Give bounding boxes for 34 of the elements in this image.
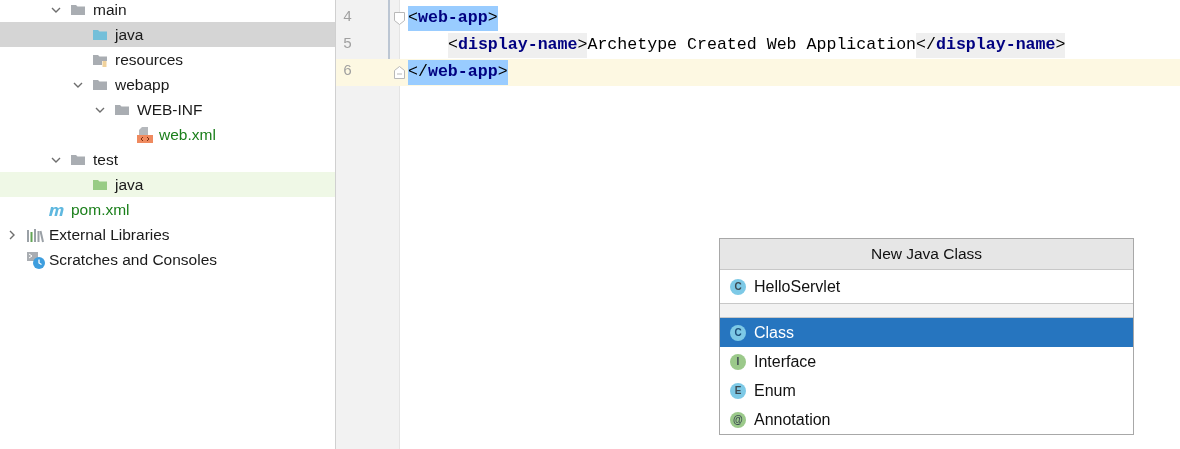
line-number: 5 bbox=[342, 35, 353, 56]
xml-tag: <web-app> bbox=[408, 6, 498, 31]
class-kind-icon: E bbox=[730, 382, 746, 399]
class-kind-icon: @ bbox=[730, 411, 746, 428]
class-kind-option[interactable]: @ Annotation bbox=[720, 405, 1133, 434]
class-kind-option[interactable]: E Enum bbox=[720, 376, 1133, 405]
fold-marker-icon[interactable] bbox=[394, 12, 405, 25]
class-kind-option[interactable]: I Interface bbox=[720, 347, 1133, 376]
tree-item[interactable]: main bbox=[0, 0, 335, 22]
xml-tag: <display-name> bbox=[448, 33, 588, 58]
class-kind-option[interactable]: C Class bbox=[720, 318, 1133, 347]
class-kind-icon: I bbox=[730, 353, 746, 370]
tree-item[interactable]: java bbox=[0, 172, 335, 197]
tree-item[interactable]: webapp bbox=[0, 72, 335, 97]
class-kind-icon: C bbox=[730, 278, 746, 295]
tree-item[interactable]: java bbox=[0, 22, 335, 47]
scratches-icon bbox=[26, 250, 46, 269]
tree-item[interactable]: resources bbox=[0, 47, 335, 72]
element-text: Archetype Created Web Application bbox=[587, 34, 917, 57]
tree-item[interactable]: web.xml bbox=[0, 122, 335, 147]
tree-item[interactable]: test bbox=[0, 147, 335, 172]
libraries-icon bbox=[26, 226, 44, 243]
fold-marker-icon[interactable] bbox=[394, 66, 405, 79]
tree-item[interactable]: External Libraries bbox=[0, 222, 335, 247]
tree-item[interactable]: pom.xml bbox=[0, 197, 335, 222]
xml-file-icon bbox=[136, 125, 154, 144]
popup-title: New Java Class bbox=[720, 239, 1133, 270]
line-number: 4 bbox=[342, 8, 353, 29]
tree-item[interactable]: WEB-INF bbox=[0, 97, 335, 122]
xml-tag: </web-app> bbox=[408, 60, 508, 85]
line-number: 6 bbox=[342, 62, 353, 83]
tree-item[interactable]: Scratches and Consoles bbox=[0, 247, 335, 272]
xml-tag: </display-name> bbox=[916, 33, 1066, 58]
class-kind-icon: C bbox=[730, 324, 746, 341]
